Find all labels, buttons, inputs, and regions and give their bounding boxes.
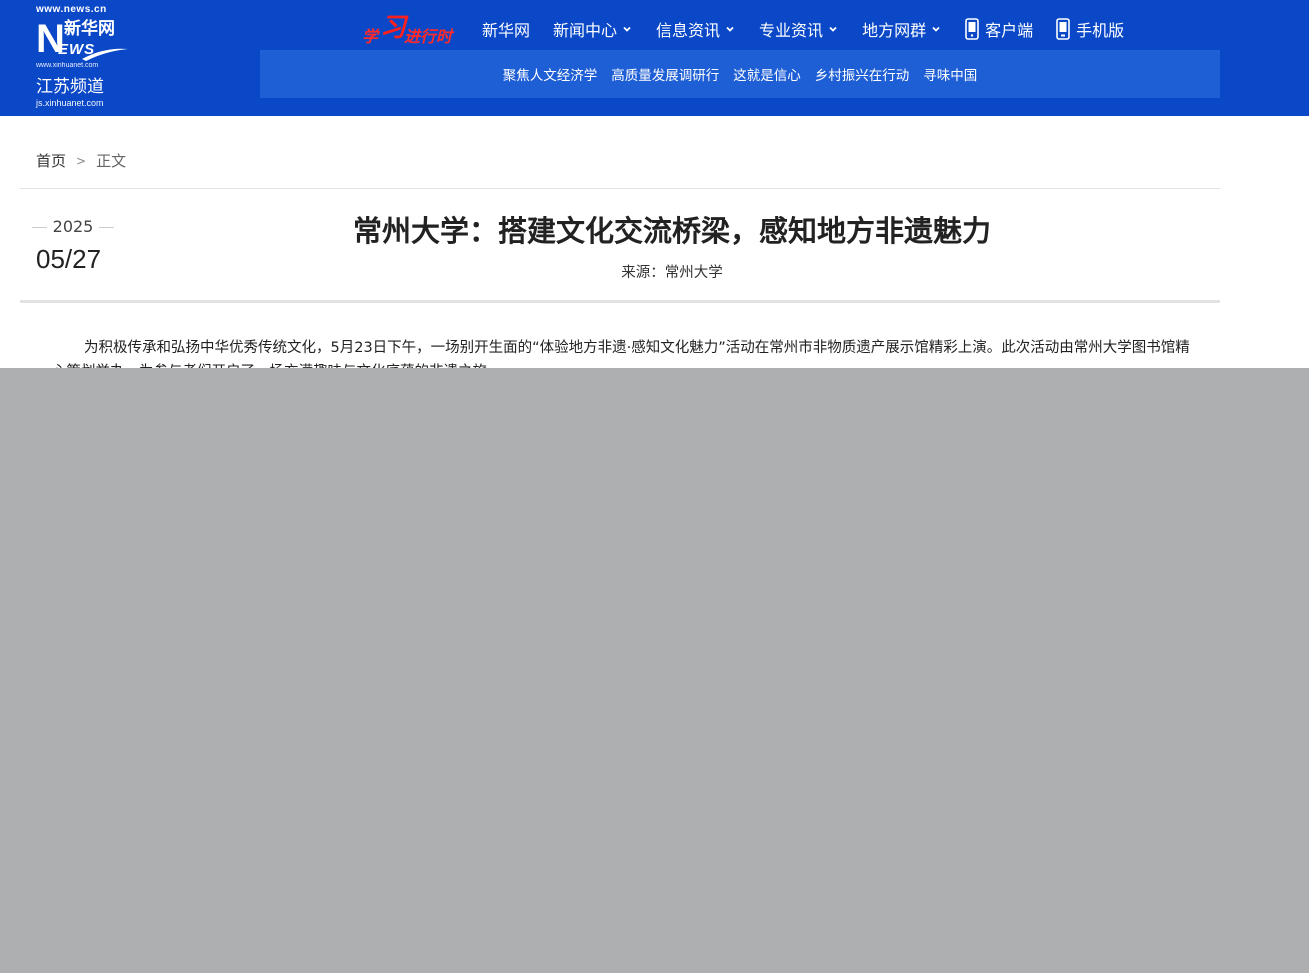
gray-overlay xyxy=(0,368,1309,973)
nav-item-mobile-version[interactable]: 手机版 xyxy=(1056,17,1124,41)
breadcrumb-separator: > xyxy=(76,153,87,168)
logo-url-top: www.news.cn xyxy=(36,4,107,15)
breadcrumb: 首页 > 正文 xyxy=(36,150,126,171)
nav-item-label: 新华网 xyxy=(482,21,531,40)
date-line-left xyxy=(32,226,47,228)
nav-item-local-network[interactable]: 地方网群 xyxy=(862,17,942,41)
nav-item-label: 专业资讯 xyxy=(759,21,824,40)
top-navigation: 学 习 进行时 新华网 新闻中心 信息资讯 专业资讯 地方网群 客户端 手机版 xyxy=(360,6,1147,52)
study-badge-rest: 进行时 xyxy=(404,27,453,46)
breadcrumb-current: 正文 xyxy=(96,152,127,170)
study-in-progress-badge[interactable]: 学 习 进行时 xyxy=(360,9,464,49)
nav-item-label: 信息资讯 xyxy=(656,21,721,40)
logo-url-bottom: js.xinhuanet.com xyxy=(36,98,104,108)
publish-date: 2025 05/27 xyxy=(32,216,114,276)
publish-year-row: 2025 xyxy=(32,216,114,238)
breadcrumb-home-link[interactable]: 首页 xyxy=(36,150,66,171)
publish-month-day: 05/27 xyxy=(36,244,102,274)
nav-item-client-app[interactable]: 客户端 xyxy=(965,17,1033,41)
chevron-down-icon xyxy=(932,26,940,32)
mobile-icon xyxy=(1056,18,1070,40)
nav-item-xinhuanet[interactable]: 新华网 xyxy=(482,17,530,41)
nav-item-label: 手机版 xyxy=(1076,21,1125,40)
logo-brand-cn: 新华网 xyxy=(64,19,115,39)
chevron-down-icon xyxy=(623,26,631,32)
nav-item-label: 客户端 xyxy=(985,21,1034,40)
publish-year: 2025 xyxy=(52,217,94,236)
divider xyxy=(20,300,1220,303)
nav-item-label: 地方网群 xyxy=(862,21,927,40)
sub-navigation: 聚焦人文经济学 高质量发展调研行 这就是信心 乡村振兴在行动 寻味中国 xyxy=(260,50,1220,98)
nav-item-label: 新闻中心 xyxy=(553,21,618,40)
chevron-down-icon xyxy=(829,26,837,32)
xinhua-logo[interactable]: www.news.cn N 新华网 EWS www.xinhuanet.com … xyxy=(36,4,136,108)
nav-item-news-center[interactable]: 新闻中心 xyxy=(553,17,633,41)
logo-url-mid: www.xinhuanet.com xyxy=(36,62,99,69)
nav-item-information[interactable]: 信息资讯 xyxy=(656,17,736,41)
phone-icon xyxy=(965,18,979,40)
site-header: www.news.cn N 新华网 EWS www.xinhuanet.com … xyxy=(0,0,1309,116)
study-badge-xi: 习 xyxy=(380,13,407,43)
logo-mark: N 新华网 EWS xyxy=(36,17,136,61)
subnav-item-taste-of-china[interactable]: 寻味中国 xyxy=(923,64,977,84)
chevron-down-icon xyxy=(726,26,734,32)
subnav-item-humanistic-economics[interactable]: 聚焦人文经济学 xyxy=(503,64,598,84)
nav-item-professional[interactable]: 专业资讯 xyxy=(759,17,839,41)
article-source: 来源：常州大学 xyxy=(621,265,723,281)
date-line-right xyxy=(99,226,114,228)
study-badge-xue: 学 xyxy=(362,27,379,46)
subnav-item-high-quality-development[interactable]: 高质量发展调研行 xyxy=(611,64,719,84)
divider xyxy=(20,188,1220,189)
logo-swoosh-icon xyxy=(82,48,128,61)
subnav-item-rural-revitalization[interactable]: 乡村振兴在行动 xyxy=(815,64,910,84)
subnav-item-confidence[interactable]: 这就是信心 xyxy=(733,64,801,84)
channel-name: 江苏频道 xyxy=(36,77,104,97)
article-title: 常州大学：搭建文化交流桥梁，感知地方非遗魅力 xyxy=(352,214,991,248)
